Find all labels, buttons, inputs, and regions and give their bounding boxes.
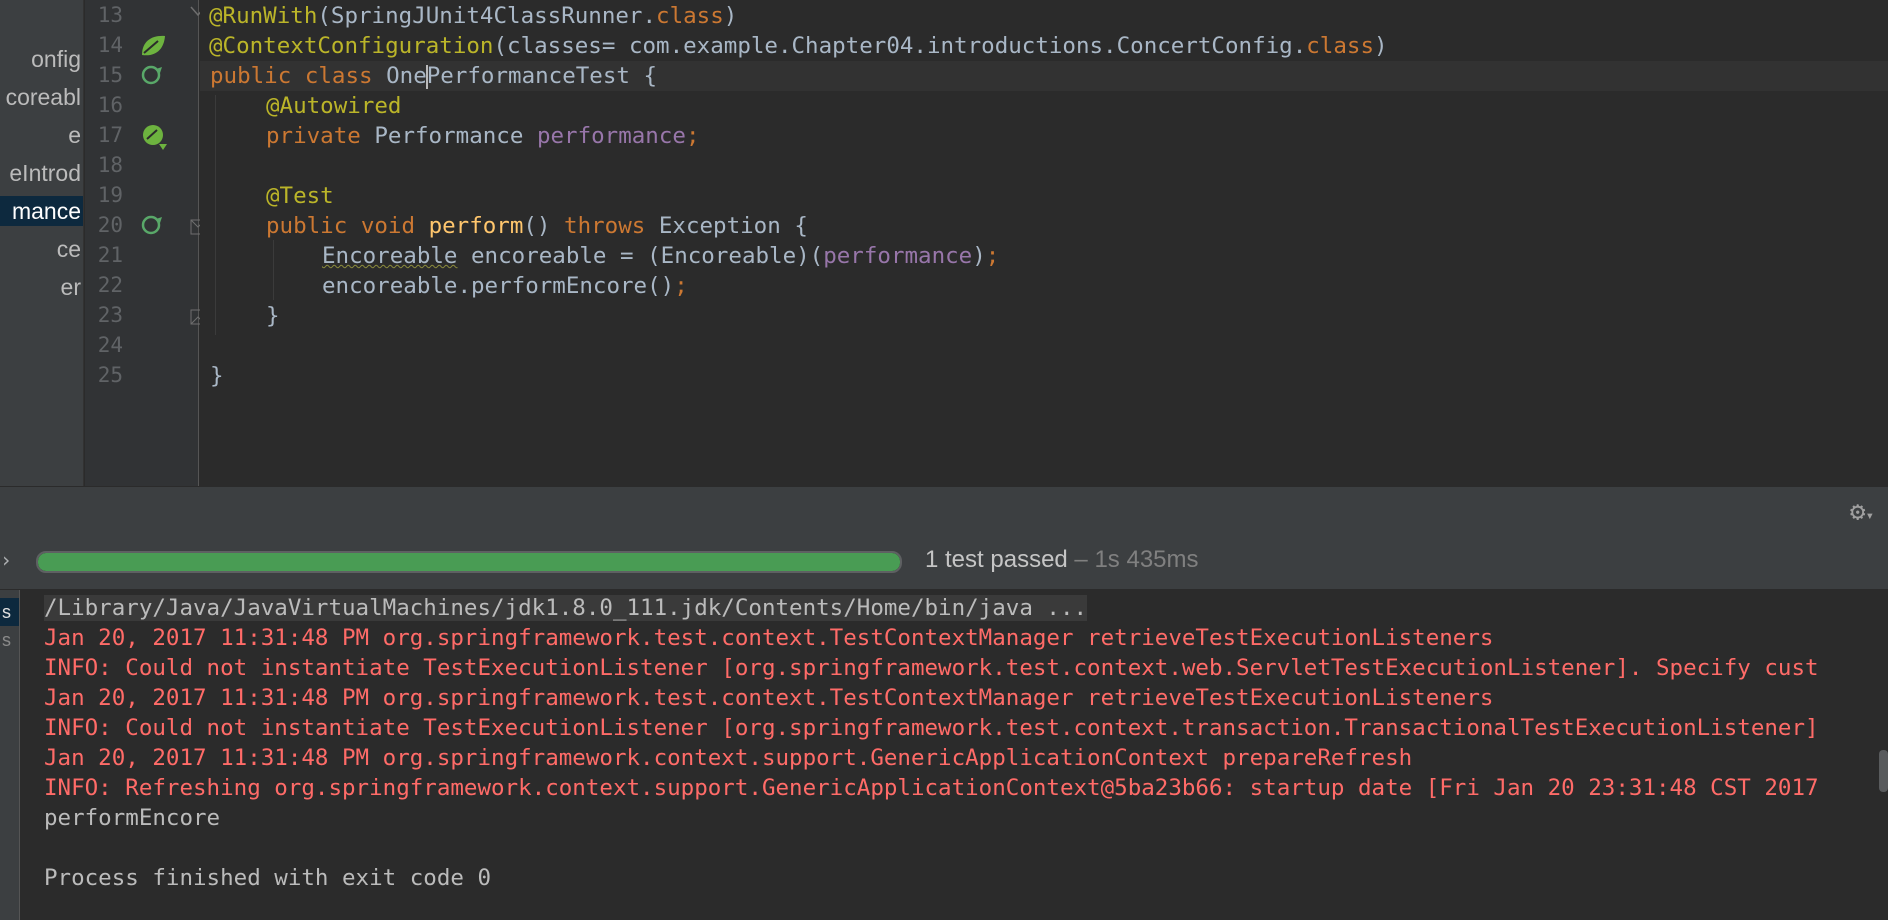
console-line: INFO: Could not instantiate TestExecutio… xyxy=(44,653,1819,683)
tree-item-3[interactable]: e xyxy=(0,120,83,150)
console-line: performEncore xyxy=(44,803,220,833)
console-line-text: /Library/Java/JavaVirtualMachines/jdk1.8… xyxy=(44,595,1088,621)
console-tab[interactable]: s xyxy=(0,598,19,626)
autowired-navigate-icon[interactable] xyxy=(140,122,170,152)
indent-guide xyxy=(215,95,216,335)
console-line-text: Process finished with exit code 0 xyxy=(44,865,492,891)
code-line-15[interactable]: public class OnePerformanceTest { xyxy=(210,61,657,91)
line-number: 25 xyxy=(97,363,123,387)
console-side-tabs: s s xyxy=(0,590,20,920)
line-number: 23 xyxy=(97,303,123,327)
line-number: 18 xyxy=(97,153,123,177)
console-line: Jan 20, 2017 11:31:48 PM org.springframe… xyxy=(44,623,1493,653)
run-console[interactable]: /Library/Java/JavaVirtualMachines/jdk1.8… xyxy=(21,590,1888,920)
console-line-text: INFO: Could not instantiate TestExecutio… xyxy=(44,715,1819,741)
console-line: Jan 20, 2017 11:31:48 PM org.springframe… xyxy=(44,683,1493,713)
console-line-text: Jan 20, 2017 11:31:48 PM org.springframe… xyxy=(44,745,1413,771)
tree-item-config[interactable]: onfig xyxy=(0,44,83,74)
run-test-icon[interactable] xyxy=(140,213,166,239)
code-line-19[interactable]: @Test xyxy=(266,181,334,211)
console-line-text: INFO: Could not instantiate TestExecutio… xyxy=(44,655,1819,681)
code-line-17[interactable]: private Performance performance; xyxy=(266,121,700,151)
code-line-21[interactable]: Encoreable encoreable = (Encoreable)(per… xyxy=(322,241,999,271)
indent-guide xyxy=(273,240,274,300)
console-line-text: Jan 20, 2017 11:31:48 PM org.springframe… xyxy=(44,685,1494,711)
project-tree[interactable]: onfig coreabl e eIntrod mance ce er xyxy=(0,0,84,486)
code-line-22[interactable]: encoreable.performEncore(); xyxy=(322,271,688,301)
console-line-text: INFO: Refreshing org.springframework.con… xyxy=(44,775,1819,801)
line-number: 22 xyxy=(97,273,123,297)
console-tab[interactable]: s xyxy=(0,626,19,654)
run-test-icon[interactable] xyxy=(140,63,166,89)
code-line-16[interactable]: @Autowired xyxy=(266,91,401,121)
code-editor[interactable]: @RunWith(SpringJUnit4ClassRunner.class) … xyxy=(200,0,1888,486)
code-line-13[interactable]: @RunWith(SpringJUnit4ClassRunner.class) xyxy=(209,1,737,31)
test-status: 1 test passed – 1s 435ms xyxy=(925,546,1199,573)
chevron-right-icon[interactable]: › xyxy=(0,548,12,572)
gear-icon[interactable]: ⚙▾ xyxy=(1850,497,1874,527)
test-progress-bar xyxy=(36,551,902,573)
spring-leaf-icon[interactable] xyxy=(138,33,168,59)
console-line-text: Jan 20, 2017 11:31:48 PM org.springframe… xyxy=(44,625,1494,651)
console-line: INFO: Refreshing org.springframework.con… xyxy=(44,773,1819,803)
code-line-25[interactable]: } xyxy=(210,361,224,391)
line-number: 24 xyxy=(97,333,123,357)
console-line-text: performEncore xyxy=(44,805,221,831)
line-number: 15 xyxy=(97,63,123,87)
line-number: 17 xyxy=(97,123,123,147)
test-progress-fill xyxy=(38,553,900,571)
console-scrollbar[interactable] xyxy=(1879,750,1888,792)
tree-item-introducer[interactable]: eIntrod xyxy=(0,158,83,188)
code-line-23[interactable]: } xyxy=(266,301,280,331)
console-line: Process finished with exit code 0 xyxy=(44,863,491,893)
line-number: 16 xyxy=(97,93,123,117)
line-number: 20 xyxy=(97,213,123,237)
code-line-20[interactable]: public void perform() throws Exception { xyxy=(266,211,808,241)
console-line: Jan 20, 2017 11:31:48 PM org.springframe… xyxy=(44,743,1412,773)
line-number: 13 xyxy=(97,3,123,27)
line-number: 14 xyxy=(97,33,123,57)
tree-item-7[interactable]: er xyxy=(0,272,83,302)
tree-item-encoreable[interactable]: coreabl xyxy=(0,82,83,112)
panel-split-bar[interactable]: ⚙▾ xyxy=(0,486,1888,534)
line-number: 21 xyxy=(97,243,123,267)
line-number: 19 xyxy=(97,183,123,207)
console-line: INFO: Could not instantiate TestExecutio… xyxy=(44,713,1819,743)
console-line: /Library/Java/JavaVirtualMachines/jdk1.8… xyxy=(44,593,1088,623)
code-line-14[interactable]: @ContextConfiguration(classes= com.examp… xyxy=(209,31,1388,61)
test-run-toolbar: › 1 test passed – 1s 435ms xyxy=(0,534,1888,590)
tree-item-6[interactable]: ce xyxy=(0,234,83,264)
tree-item-performance[interactable]: mance xyxy=(0,196,83,226)
